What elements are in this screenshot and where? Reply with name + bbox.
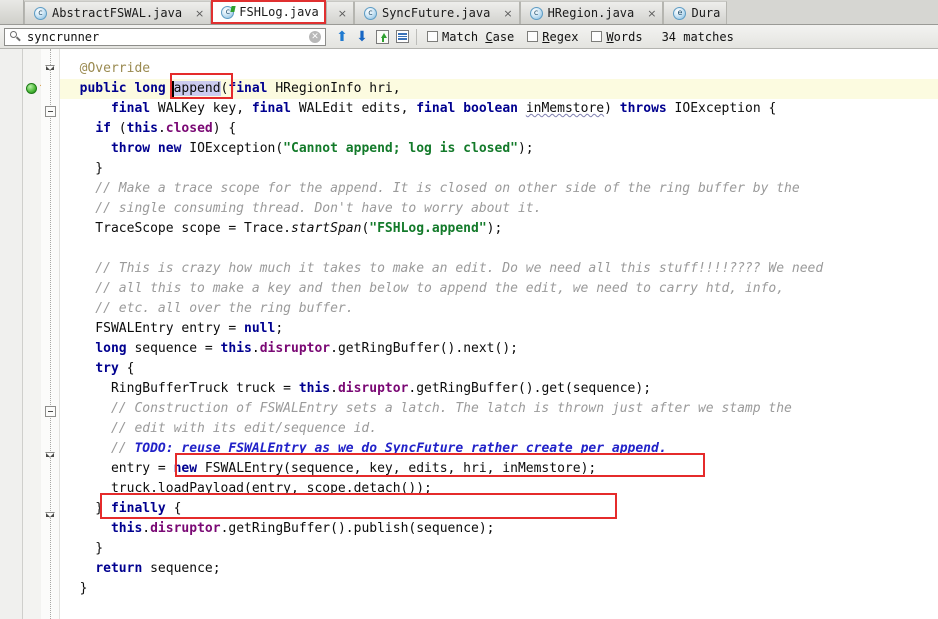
java-class-icon: c	[363, 6, 377, 20]
code-line-comment-crazy-1: // This is crazy how much it takes to ma…	[64, 261, 824, 276]
code-line-finally: } finally {	[64, 501, 182, 516]
close-icon[interactable]: ×	[503, 7, 512, 20]
find-toolbar: ✕ ⬆ ⬇ Match Case Regex Words 34 matches	[0, 25, 938, 49]
code-line-tracescope: TraceScope scope = Trace.startSpan("FSHL…	[64, 221, 503, 236]
code-line-comment-latch-2: // edit with its edit/sequence id.	[64, 421, 378, 436]
code-line-close-brace-3: }	[64, 581, 88, 596]
search-icon	[8, 30, 22, 44]
fold-marker-try[interactable]	[45, 406, 56, 417]
regex-checkbox[interactable]	[527, 31, 539, 42]
editor-tab-fshlog[interactable]: c FSHLog.java	[211, 0, 326, 24]
find-previous-button[interactable]: ⬆	[332, 27, 352, 47]
fold-marker-finally[interactable]	[45, 512, 56, 523]
code-line-comment-trace-2: // single consuming thread. Don't have t…	[64, 201, 542, 216]
text-caret	[172, 81, 174, 97]
code-line-close-brace-1: }	[64, 161, 104, 176]
overriding-method-icon[interactable]	[26, 83, 37, 94]
code-line-comment-latch-1: // Construction of FSWALEntry sets a lat…	[64, 401, 792, 416]
find-next-button[interactable]: ⬇	[352, 27, 372, 47]
tab-label: Dura	[691, 6, 721, 20]
search-input[interactable]	[22, 27, 309, 46]
code-line-sequence-next: long sequence = this.disruptor.getRingBu…	[95, 341, 518, 356]
find-options: Match Case Regex Words 34 matches	[427, 30, 734, 44]
code-editor[interactable]: ↑ ↓ justification = "Will never be null"…	[0, 49, 938, 619]
java-class-icon: c	[34, 6, 47, 20]
arrow-up-icon: ⬆	[336, 28, 348, 45]
code-line-override: @Override	[64, 61, 151, 76]
tab-label: SyncFuture.java	[381, 6, 491, 20]
java-class-icon: c	[221, 5, 235, 19]
code-line-close-brace-2: }	[64, 541, 104, 556]
code-line-blank-1	[60, 239, 938, 259]
fold-marker-inner[interactable]	[45, 452, 56, 463]
editor-tab-bar: c AbstractFSWAL.java × c FSHLog.java × c…	[0, 0, 938, 25]
close-icon[interactable]: ×	[647, 7, 656, 20]
editor-gutter-markers[interactable]: ↑ ↓	[23, 49, 70, 619]
code-line-todo: // TODO: reuse FSWALEntry as we do SyncF…	[64, 441, 667, 456]
match-count-label: 34 matches	[661, 29, 734, 44]
tab-label: HRegion.java	[547, 6, 635, 20]
java-class-icon: c	[529, 6, 543, 20]
match-case-label[interactable]: Match Case	[442, 30, 514, 44]
java-enum-icon: e	[673, 6, 687, 20]
code-line-throw: throw new IOException("Cannot append; lo…	[110, 141, 534, 156]
words-label[interactable]: Words	[606, 30, 642, 44]
code-line-publish: this.disruptor.getRingBuffer().publish(s…	[110, 521, 495, 536]
code-line-append-signature: public long append(final HRegionInfo hri…	[60, 79, 938, 99]
match-case-checkbox[interactable]	[427, 31, 438, 42]
code-line-comment-trace-1: // Make a trace scope for the append. It…	[64, 181, 800, 196]
code-line-clipped: justification = "Will never be null")	[60, 49, 938, 59]
toolbar-divider	[416, 28, 417, 45]
tab-label: FSHLog.java	[239, 5, 319, 19]
arrow-down-icon: ⬇	[356, 28, 368, 45]
editor-window: c AbstractFSWAL.java × c FSHLog.java × c…	[0, 0, 938, 619]
fold-marker-method[interactable]	[45, 106, 56, 117]
words-checkbox[interactable]	[591, 31, 603, 42]
close-icon[interactable]: ×	[338, 7, 347, 20]
editor-tab-syncfuture[interactable]: c SyncFuture.java ×	[353, 1, 520, 24]
code-line-truck: RingBufferTruck truck = this.disruptor.g…	[64, 381, 652, 396]
clear-icon[interactable]: ✕	[309, 30, 321, 43]
editor-tab-abstractfswal[interactable]: c AbstractFSWAL.java ×	[24, 1, 212, 24]
code-line-entry-null: FSWALEntry entry = null;	[64, 321, 284, 336]
code-line-return: return sequence;	[95, 561, 221, 576]
code-line-if-closed: if (this.closed) {	[95, 121, 237, 136]
fold-guide-line	[50, 49, 52, 619]
editor-left-margin	[0, 49, 23, 619]
tab-bar-left-edge	[0, 0, 24, 24]
code-text-area[interactable]: justification = "Will never be null") @O…	[60, 49, 938, 619]
editor-tab-durability[interactable]: e Dura	[663, 1, 728, 24]
tab-label: AbstractFSWAL.java	[52, 6, 183, 20]
code-line-params: final WALKey key, final WALEdit edits, f…	[110, 101, 777, 116]
regex-label[interactable]: Regex	[542, 30, 578, 44]
export-icon	[375, 29, 389, 44]
code-line-try: try {	[95, 361, 135, 376]
fold-marker-annotation[interactable]	[45, 65, 56, 76]
editor-tab-fshlog-close-holder[interactable]: ×	[325, 1, 354, 24]
code-line-loadpayload: truck.loadPayload(entry, scope.detach())…	[64, 481, 432, 496]
export-matches-button[interactable]	[372, 27, 392, 47]
code-line-entry-assign: entry = new FSWALEntry(sequence, key, ed…	[64, 461, 597, 476]
code-line-comment-crazy-2: // all this to make a key and then below…	[64, 281, 785, 296]
code-line-comment-crazy-3: // etc. all over the ring buffer.	[64, 301, 354, 316]
lines-preview-icon	[395, 30, 409, 43]
append-selection: append	[173, 81, 221, 96]
search-field-wrapper[interactable]: ✕	[4, 27, 326, 46]
editor-fold-column[interactable]	[41, 49, 60, 619]
find-all-lines-button[interactable]	[392, 27, 412, 47]
close-icon[interactable]: ×	[195, 7, 204, 20]
editor-tab-hregion[interactable]: c HRegion.java ×	[519, 1, 664, 24]
